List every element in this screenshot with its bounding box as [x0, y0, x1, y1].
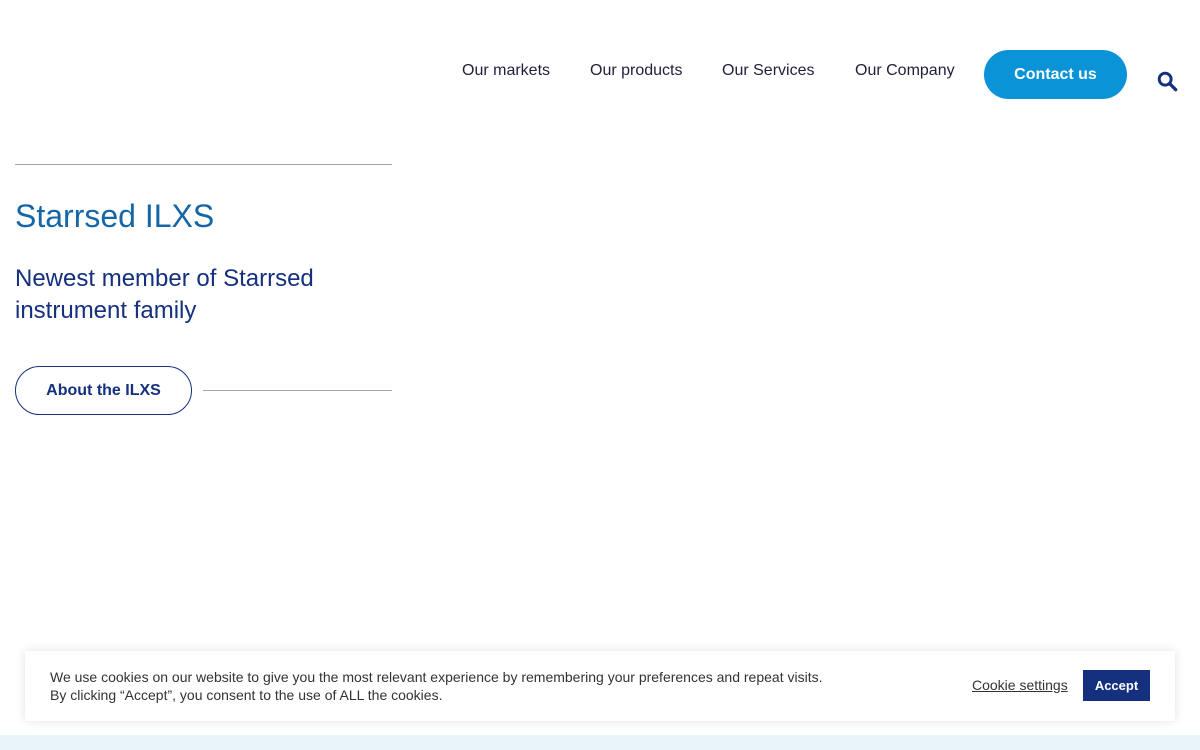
cookie-text: We use cookies on our website to give yo…: [50, 669, 823, 703]
hero-title: Starrsed ILXS: [15, 198, 215, 234]
cookie-banner: We use cookies on our website to give yo…: [25, 651, 1175, 721]
hero-divider-top: [15, 164, 392, 165]
main-navigation: Our markets Our products Our Services Ou…: [0, 0, 1200, 140]
contact-us-button[interactable]: Contact us: [984, 50, 1127, 99]
nav-item-our-company[interactable]: Our Company: [855, 62, 955, 80]
accept-cookies-button[interactable]: Accept: [1083, 670, 1150, 701]
nav-item-our-products[interactable]: Our products: [590, 62, 682, 80]
nav-item-our-services[interactable]: Our Services: [722, 62, 814, 80]
about-ilxs-button[interactable]: About the ILXS: [15, 366, 192, 415]
hero-subtitle: Newest member of Starrsed instrument fam…: [15, 265, 314, 324]
bottom-strip: [0, 735, 1200, 750]
nav-item-our-markets[interactable]: Our markets: [462, 62, 550, 80]
search-icon[interactable]: [1156, 70, 1178, 92]
cookie-settings-link[interactable]: Cookie settings: [972, 677, 1068, 693]
hero-divider-button: [203, 390, 392, 391]
